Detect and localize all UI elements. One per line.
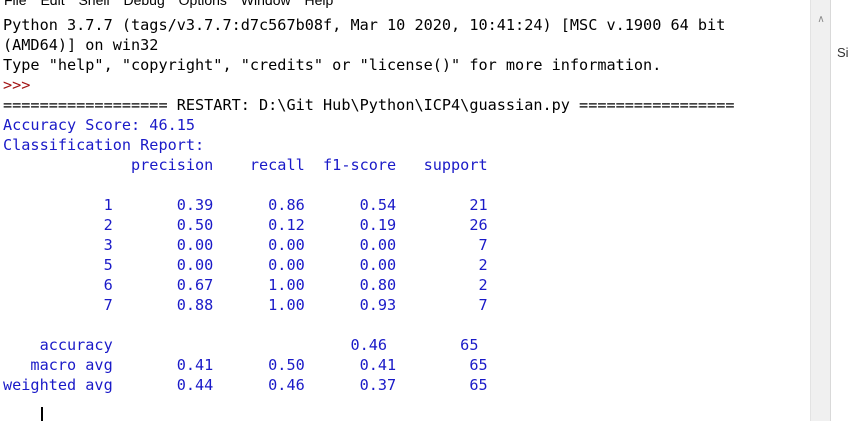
summary-row-accuracy: accuracy 0.46 65 [3,336,479,354]
report-row: 2 0.50 0.12 0.19 26 [3,216,488,234]
side-panel-label: Si [837,45,849,60]
chevron-up-icon[interactable]: ∧ [815,14,827,26]
summary-row-weighted-avg: weighted avg 0.44 0.46 0.37 65 [3,376,488,394]
side-panel: Si [830,0,849,421]
banner-line-1: Python 3.7.7 (tags/v3.7.7:d7c567b08f, Ma… [3,16,726,34]
classification-report-title: Classification Report: [3,136,205,154]
banner-line-3: Type "help", "copyright", "credits" or "… [3,56,662,74]
report-row: 1 0.39 0.86 0.54 21 [3,196,488,214]
shell-output-area[interactable]: Python 3.7.7 (tags/v3.7.7:d7c567b08f, Ma… [0,0,810,421]
report-header: precision recall f1-score support [3,156,488,174]
restart-line: ================== RESTART: D:\Git Hub\P… [3,96,735,114]
text-cursor [41,407,43,421]
banner-line-2: (AMD64)] on win32 [3,36,159,54]
accuracy-score: Accuracy Score: 46.15 [3,116,196,134]
report-row: 3 0.00 0.00 0.00 7 [3,236,488,254]
report-row: 6 0.67 1.00 0.80 2 [3,276,488,294]
vertical-scrollbar[interactable]: ∧ [810,0,830,421]
summary-row-macro-avg: macro avg 0.41 0.50 0.41 65 [3,356,488,374]
report-row: 5 0.00 0.00 0.00 2 [3,256,488,274]
report-row: 7 0.88 1.00 0.93 7 [3,296,488,314]
shell-prompt: >>> [3,76,31,94]
